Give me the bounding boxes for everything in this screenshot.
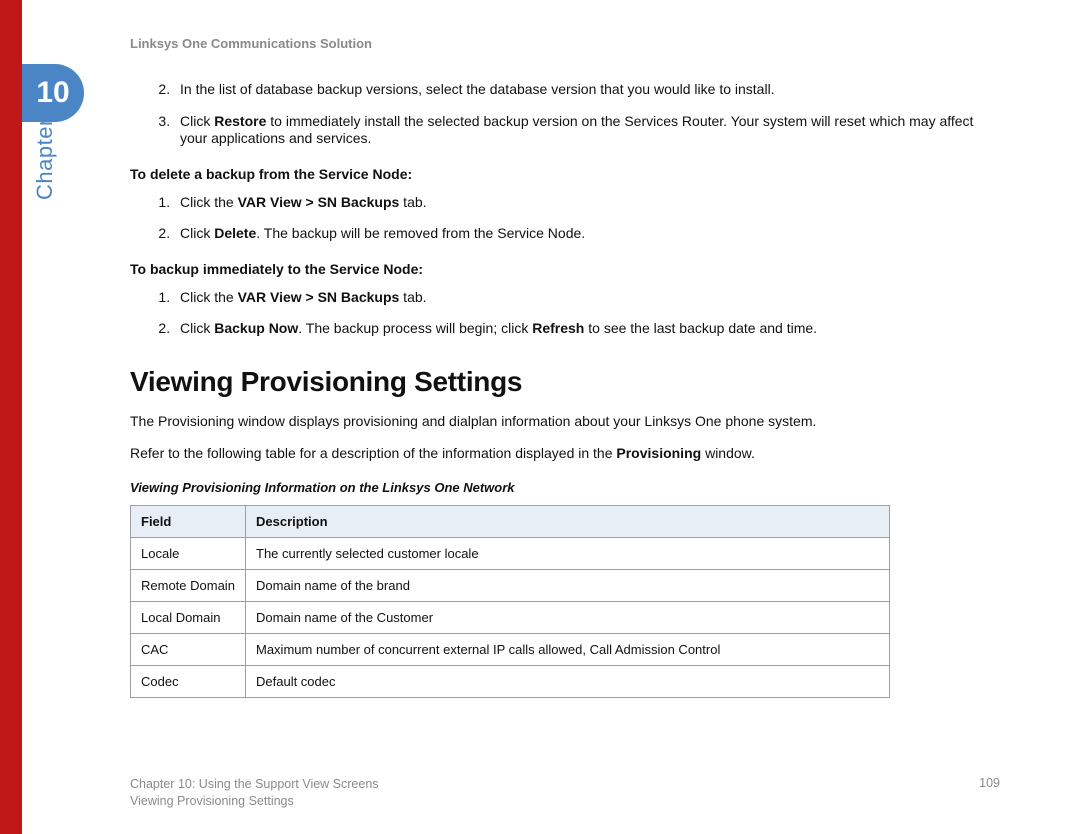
delete-step-2: Click Delete. The backup will be removed…: [174, 225, 1000, 243]
backup-now-heading: To backup immediately to the Service Nod…: [130, 261, 1000, 277]
table-caption: Viewing Provisioning Information on the …: [130, 480, 1000, 495]
table-row: CAC Maximum number of concurrent externa…: [131, 633, 890, 665]
provisioning-bold: Provisioning: [616, 445, 701, 461]
step-text: to see the last backup date and time.: [584, 320, 817, 336]
restore-bold: Restore: [214, 113, 266, 129]
step-text: . The backup process will begin; click: [298, 320, 532, 336]
provisioning-para-2: Refer to the following table for a descr…: [130, 444, 890, 462]
cell-field: Codec: [131, 665, 246, 697]
provisioning-para-1: The Provisioning window displays provisi…: [130, 412, 890, 430]
col-description-header: Description: [246, 505, 890, 537]
delete-bold: Delete: [214, 225, 256, 241]
step-text: . The backup will be removed from the Se…: [256, 225, 585, 241]
provisioning-table: Field Description Locale The currently s…: [130, 505, 890, 698]
cell-field: Locale: [131, 537, 246, 569]
step-text: Click the: [180, 289, 238, 305]
cell-field: CAC: [131, 633, 246, 665]
cell-description: The currently selected customer locale: [246, 537, 890, 569]
left-accent-bar: [0, 0, 22, 834]
backup-now-step-2: Click Backup Now. The backup process wil…: [174, 320, 1000, 338]
cell-field: Remote Domain: [131, 569, 246, 601]
delete-steps-list: Click the VAR View > SN Backups tab. Cli…: [174, 194, 1000, 243]
chapter-number-badge: 10: [22, 64, 84, 122]
cell-description: Maximum number of concurrent external IP…: [246, 633, 890, 665]
page-content: Linksys One Communications Solution In t…: [130, 36, 1000, 698]
delete-backup-heading: To delete a backup from the Service Node…: [130, 166, 1000, 182]
step-text: Click: [180, 113, 214, 129]
table-row: Remote Domain Domain name of the brand: [131, 569, 890, 601]
step-text: Click the: [180, 194, 238, 210]
cell-description: Domain name of the Customer: [246, 601, 890, 633]
sn-backups-bold: VAR View > SN Backups: [238, 289, 400, 305]
restore-steps-list: In the list of database backup versions,…: [174, 81, 1000, 148]
step-text: In the list of database backup versions,…: [180, 81, 775, 97]
para-text: window.: [701, 445, 755, 461]
step-text: to immediately install the selected back…: [180, 113, 973, 147]
table-row: Codec Default codec: [131, 665, 890, 697]
restore-step-2: In the list of database backup versions,…: [174, 81, 1000, 99]
footer-chapter-line: Chapter 10: Using the Support View Scree…: [130, 776, 379, 793]
sn-backups-bold: VAR View > SN Backups: [238, 194, 400, 210]
table-header-row: Field Description: [131, 505, 890, 537]
table-row: Local Domain Domain name of the Customer: [131, 601, 890, 633]
step-text: tab.: [399, 289, 426, 305]
page-number: 109: [979, 776, 1000, 810]
step-text: Click: [180, 320, 214, 336]
table-row: Locale The currently selected customer l…: [131, 537, 890, 569]
backup-now-steps-list: Click the VAR View > SN Backups tab. Cli…: [174, 289, 1000, 338]
footer-left: Chapter 10: Using the Support View Scree…: [130, 776, 379, 810]
step-text: Click: [180, 225, 214, 241]
page-footer: Chapter 10: Using the Support View Scree…: [130, 776, 1000, 810]
delete-step-1: Click the VAR View > SN Backups tab.: [174, 194, 1000, 212]
backup-now-step-1: Click the VAR View > SN Backups tab.: [174, 289, 1000, 307]
provisioning-heading: Viewing Provisioning Settings: [130, 366, 1000, 398]
backup-now-bold: Backup Now: [214, 320, 298, 336]
para-text: Refer to the following table for a descr…: [130, 445, 616, 461]
step-text: tab.: [399, 194, 426, 210]
col-field-header: Field: [131, 505, 246, 537]
cell-description: Default codec: [246, 665, 890, 697]
restore-step-3: Click Restore to immediately install the…: [174, 113, 1000, 148]
cell-description: Domain name of the brand: [246, 569, 890, 601]
chapter-side-label: Chapter: [32, 118, 58, 200]
footer-section-line: Viewing Provisioning Settings: [130, 793, 379, 810]
cell-field: Local Domain: [131, 601, 246, 633]
refresh-bold: Refresh: [532, 320, 584, 336]
document-title: Linksys One Communications Solution: [130, 36, 1000, 51]
